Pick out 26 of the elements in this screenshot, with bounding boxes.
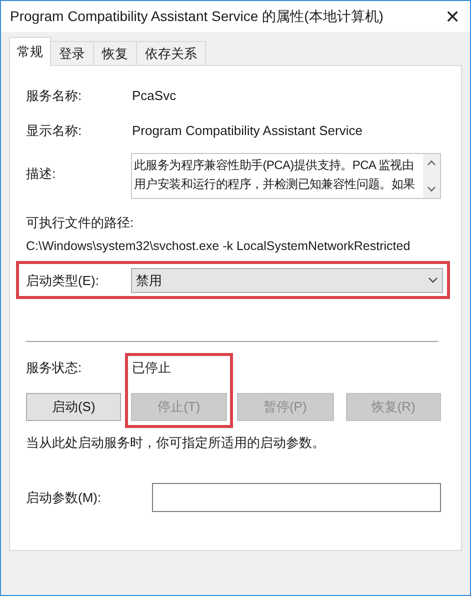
description-text: 用户安装和运行的程序，并检测已知兼容性问题。如果: [134, 176, 416, 193]
scroll-up-icon[interactable]: [427, 160, 436, 166]
field-label: 描述:: [26, 165, 57, 183]
field-label: 服务名称:: [26, 87, 83, 105]
description-text: 此服务为程序兼容性助手(PCA)提供支持。PCA 监视由: [134, 157, 415, 174]
tab[interactable]: 常规: [9, 37, 51, 66]
dropdown-value: 禁用: [136, 272, 162, 290]
tab[interactable]: 依存关系: [136, 41, 206, 65]
hint-text: 当从此处启动服务时，你可指定所适用的启动参数。: [26, 434, 326, 452]
path-value: C:\Windows\system32\svchost.exe -k LocalSystemNetworkRestricted: [26, 238, 412, 255]
status-value: 已停止: [132, 359, 171, 378]
scrollbar[interactable]: [423, 154, 440, 198]
field-label: 启动类型(E):: [26, 272, 100, 290]
window-title: Program Compatibility Assistant Service 的属性(本地计算机): [10, 7, 384, 26]
service-button[interactable]: 启动(S): [26, 392, 122, 421]
field-label: 可执行文件的路径:: [26, 214, 135, 232]
field-value: PcaSvc: [132, 87, 176, 105]
startup-type-dropdown[interactable]: 禁用: [131, 268, 443, 293]
field-label: 显示名称:: [26, 122, 83, 140]
scroll-down-icon[interactable]: [427, 186, 436, 192]
field-label: 服务状态:: [26, 359, 83, 378]
close-button[interactable]: ✕: [445, 8, 460, 26]
field-label: 启动参数(M):: [26, 489, 102, 507]
chevron-down-icon: [428, 277, 438, 284]
start-parameters-input[interactable]: [152, 483, 441, 512]
field-value: Program Compatibility Assistant Service: [132, 122, 362, 140]
